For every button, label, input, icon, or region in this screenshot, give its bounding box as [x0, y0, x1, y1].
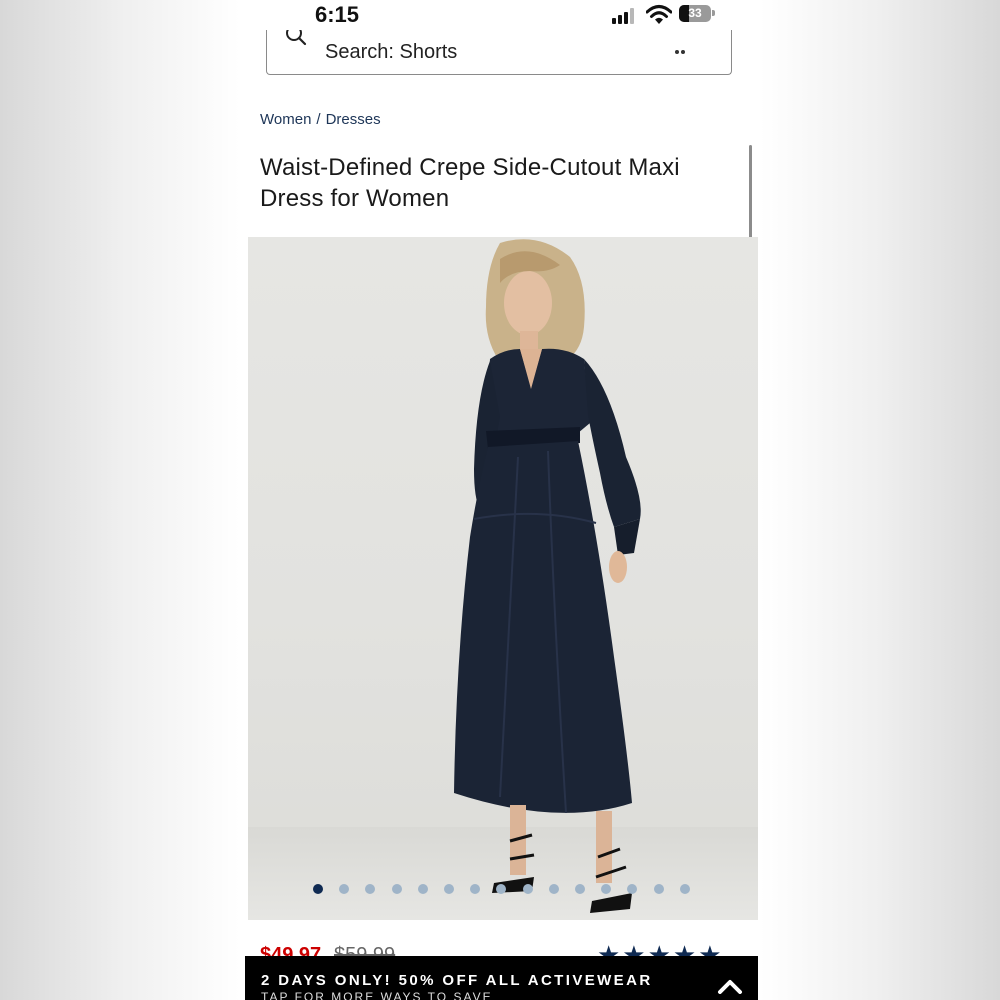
breadcrumb-separator: /: [316, 111, 321, 128]
carousel-dot[interactable]: [548, 884, 559, 894]
battery-tip: [712, 10, 715, 16]
carousel-dot[interactable]: [391, 884, 402, 894]
battery-level: 33: [688, 6, 702, 20]
breadcrumb: Women / Dresses: [260, 111, 381, 128]
breadcrumb-women[interactable]: Women: [260, 111, 311, 128]
promo-headline: 2 DAYS ONLY! 50% OFF ALL ACTIVEWEAR: [261, 972, 653, 989]
carousel-dot[interactable]: [679, 884, 690, 894]
search-placeholder: Search: Shorts: [325, 41, 458, 63]
carousel-dot[interactable]: [444, 884, 454, 894]
carousel-dot[interactable]: [313, 884, 323, 894]
promo-banner[interactable]: 2 DAYS ONLY! 50% OFF ALL ACTIVEWEAR TAP …: [245, 956, 758, 1000]
search-input[interactable]: Search: Shorts: [266, 30, 732, 75]
carousel-dot[interactable]: [653, 884, 664, 894]
chevron-up-icon[interactable]: [717, 978, 743, 994]
carousel-dot[interactable]: [417, 884, 428, 894]
product-image[interactable]: [248, 237, 758, 920]
carousel-dot[interactable]: [522, 884, 533, 894]
carousel-dot[interactable]: [575, 884, 585, 894]
promo-subtext: TAP FOR MORE WAYS TO SAVE: [261, 990, 493, 1000]
model-dress-illustration: [454, 239, 641, 913]
product-title: Waist-Defined Crepe Side-Cutout Maxi Dre…: [260, 154, 680, 212]
status-time: 6:15: [315, 2, 360, 27]
wifi-icon: [646, 5, 672, 24]
breadcrumb-dresses[interactable]: Dresses: [326, 111, 381, 128]
battery-icon: 33: [679, 5, 711, 22]
search-icon: [286, 30, 307, 46]
phone-screen: 6:15 33 Search: Shorts Women / Dresses W…: [245, 0, 758, 1000]
cellular-signal-icon: [612, 8, 638, 24]
microphone-icon[interactable]: [673, 47, 687, 57]
